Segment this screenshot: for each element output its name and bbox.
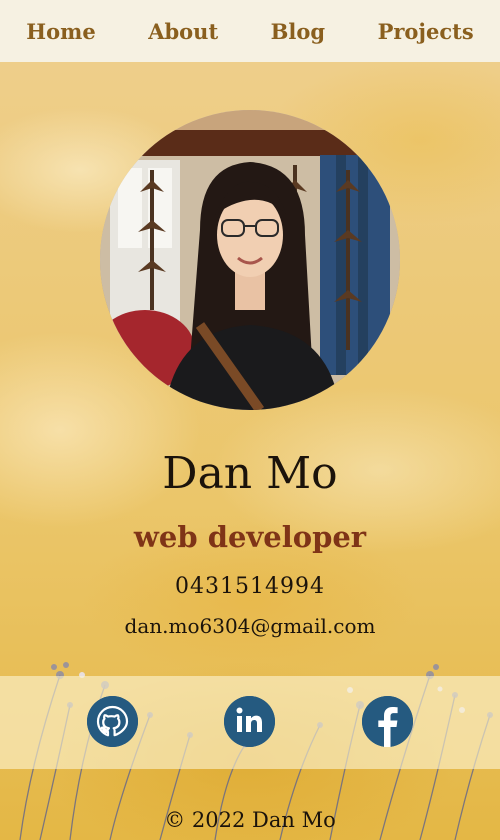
footer-copyright: © 2022 Dan Mo xyxy=(164,808,336,832)
profile-photo xyxy=(100,110,400,410)
nav-home-link[interactable]: Home xyxy=(20,15,101,48)
profile-phone: 0431514994 xyxy=(175,574,325,599)
nav-blog-link[interactable]: Blog xyxy=(265,15,331,48)
linkedin-link[interactable] xyxy=(224,696,275,747)
profile-role: web developer xyxy=(133,520,367,554)
social-links-bar xyxy=(0,676,500,769)
github-link[interactable] xyxy=(87,696,138,747)
linkedin-icon xyxy=(224,696,275,747)
profile-email: dan.mo6304@gmail.com xyxy=(124,614,376,638)
nav-about-link[interactable]: About xyxy=(142,15,224,48)
facebook-icon xyxy=(362,696,413,747)
facebook-link[interactable] xyxy=(362,696,413,747)
github-icon xyxy=(87,696,138,747)
profile-name: Dan Mo xyxy=(162,448,338,499)
nav-projects-link[interactable]: Projects xyxy=(372,15,480,48)
top-navigation: Home About Blog Projects xyxy=(0,0,500,62)
